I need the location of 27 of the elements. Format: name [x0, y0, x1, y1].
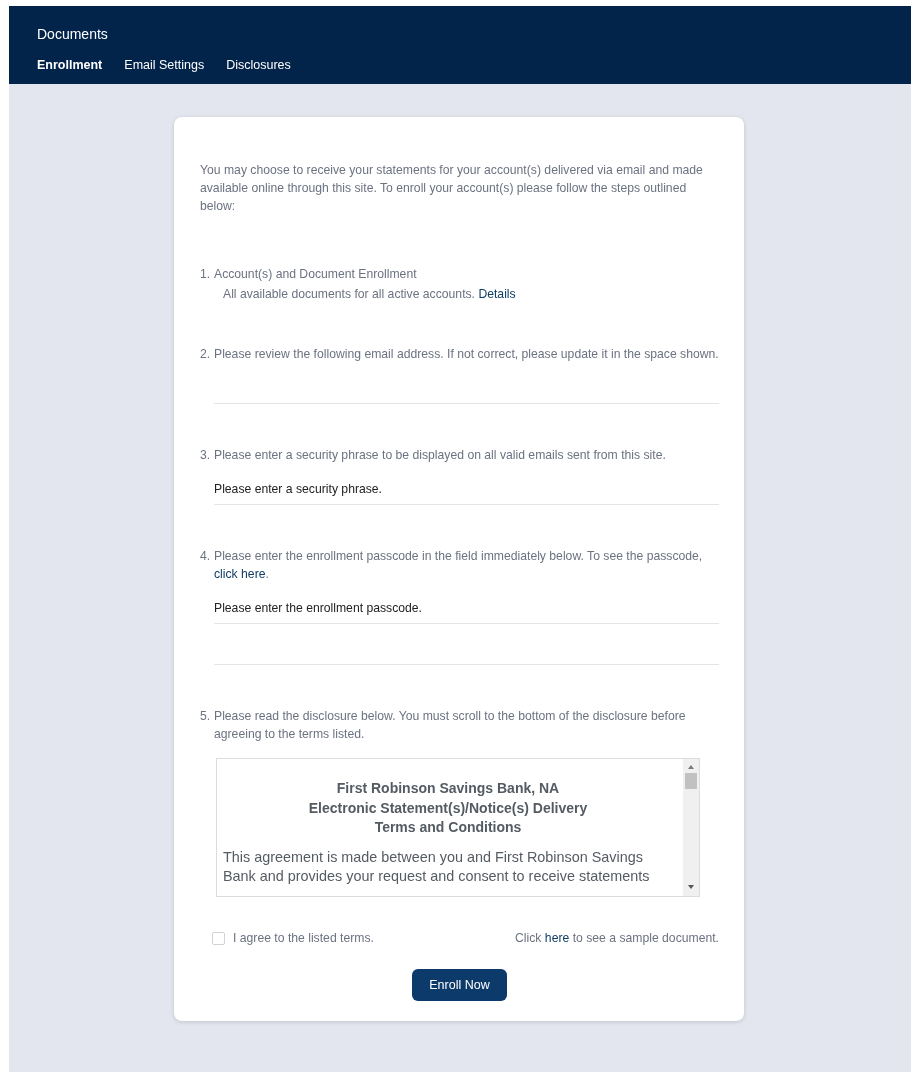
- intro-text: You may choose to receive your statements for your account(s) delivered via email and made available online through this site. To enroll your account(s) please follow the steps outlined below:: [200, 162, 704, 215]
- page-title: Documents: [37, 26, 109, 42]
- step-text: Account(s) and Document Enrollment: [214, 266, 418, 283]
- nav-tab[interactable]: Enrollment: [37, 58, 103, 72]
- nav-tab[interactable]: Disclosures: [226, 58, 291, 72]
- step-text: Please read the disclosure below. You must scroll to the bottom of the disclosure before agreeing to the terms listed.: [214, 708, 687, 743]
- step-number: 5.: [200, 708, 212, 725]
- step-text: Please review the following email address. If not correct, please update it in the space shown.: [214, 346, 719, 363]
- step-text: Please enter the enrollment passcode in the field immediately below. To see the passcode, click here.: [214, 548, 704, 583]
- agree-checkbox[interactable]: [212, 931, 225, 945]
- step-number: 3.: [200, 447, 212, 464]
- here-link[interactable]: here: [544, 931, 570, 945]
- enroll-button[interactable]: Enroll Now: [412, 969, 507, 1001]
- sample-text: Click here to see a sample document.: [515, 930, 719, 947]
- agree-label: I agree to the listed terms.: [233, 930, 374, 947]
- step-detail: All available documents for all active accounts. Details: [223, 286, 517, 303]
- disclosure-text: This agreement is made between you and First Robinson Savings Bank and provides your request and consent to receive statements: [223, 847, 651, 886]
- input-field[interactable]: Please enter the enrollment passcode.: [214, 591, 719, 624]
- nav-tab[interactable]: Email Settings: [124, 58, 205, 72]
- input-field[interactable]: Please enter a security phrase.: [214, 472, 719, 505]
- step-number: 4.: [200, 548, 212, 565]
- disclosure-heading: First Robinson Savings Bank, NA Electronic Statement(s)/Notice(s) Delivery Terms and Conditions: [307, 779, 589, 837]
- step-number: 2.: [200, 346, 212, 363]
- step-number: 1.: [200, 266, 212, 283]
- scrollbar-drawing[interactable]: [683, 759, 699, 896]
- step-text: Please enter a security phrase to be displayed on all valid emails sent from this site.: [214, 447, 667, 464]
- details-link[interactable]: Details: [478, 287, 516, 301]
